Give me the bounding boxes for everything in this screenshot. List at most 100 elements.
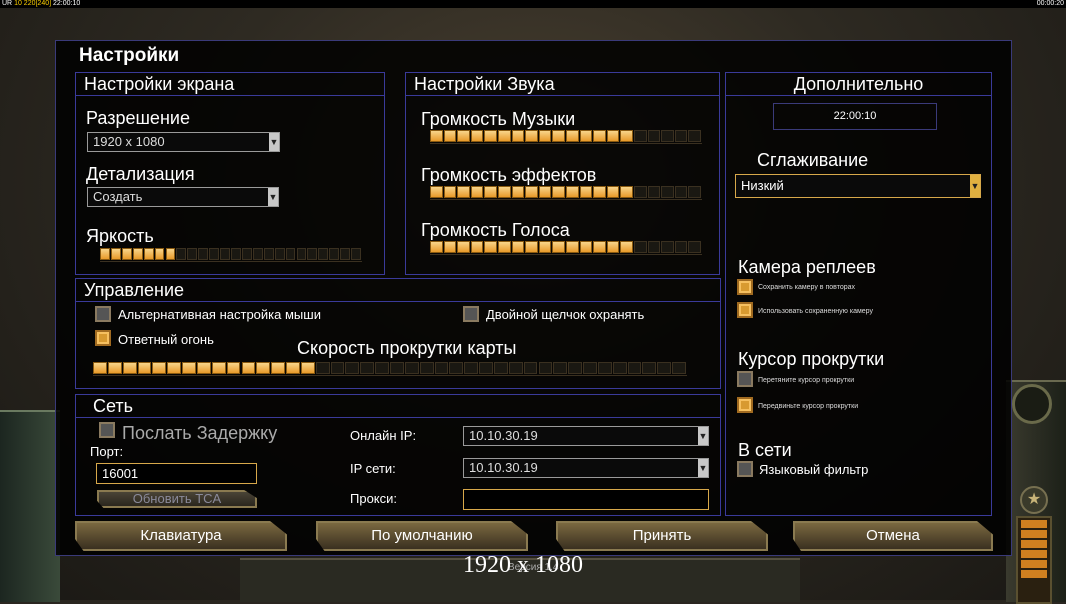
slider-segment [137, 362, 152, 374]
slider-segment [538, 241, 552, 253]
scroll-speed-slider[interactable] [93, 362, 687, 376]
slider-segment [300, 362, 315, 374]
slider-segment [470, 241, 484, 253]
slider-segment [390, 362, 404, 374]
online-ip-dropdown[interactable]: 10.10.30.19 ▼ [463, 426, 709, 446]
double-click-checkbox[interactable] [463, 306, 479, 322]
slider-segment [657, 362, 672, 374]
slider-segment [634, 130, 647, 142]
slider-segment [375, 362, 389, 374]
slider-segment [198, 248, 209, 260]
screen-settings-header: Настройки экрана [76, 73, 384, 96]
port-input[interactable]: 16001 [96, 463, 257, 484]
slider-segment [167, 362, 182, 374]
detail-dropdown[interactable]: Создать ▼ [87, 187, 279, 207]
slider-track [430, 199, 702, 200]
language-filter-label: Языковый фильтр [759, 462, 869, 477]
slider-segment [597, 362, 612, 374]
lan-ip-dropdown[interactable]: 10.10.30.19 ▼ [463, 458, 709, 478]
double-click-label: Двойной щелчок охранять [486, 307, 645, 322]
slider-segment [176, 248, 187, 260]
slider-segment [620, 186, 633, 198]
slider-segment [642, 362, 657, 374]
replay-use-camera-label: Использовать сохраненную камеру [758, 308, 873, 315]
slider-segment [493, 362, 508, 374]
defaults-button[interactable]: По умолчанию [316, 521, 528, 551]
slider-segment [93, 362, 107, 374]
sound-settings-header: Настройки Звука [406, 73, 719, 96]
slider-segment [525, 241, 538, 253]
slider-segment [419, 362, 434, 374]
antialias-dropdown[interactable]: Низкий ▼ [735, 174, 981, 198]
slider-track [430, 254, 702, 255]
slider-segment [307, 248, 318, 260]
slider-segment [274, 248, 285, 260]
scroll-move-checkbox[interactable] [737, 397, 753, 413]
proxy-input[interactable] [463, 489, 709, 510]
slider-segment [340, 248, 351, 260]
resolution-dropdown[interactable]: 1920 x 1080 ▼ [87, 132, 280, 152]
language-filter-checkbox[interactable] [737, 461, 753, 477]
hud-prefix: UR [2, 0, 13, 7]
slider-segment [674, 130, 688, 142]
slider-segment [525, 186, 538, 198]
slider-segment [661, 186, 674, 198]
slider-segment [661, 130, 674, 142]
slider-segment [568, 362, 583, 374]
voice-volume-slider[interactable] [430, 241, 702, 255]
slider-segment [647, 186, 661, 198]
slider-segment [315, 362, 330, 374]
cancel-button[interactable]: Отмена [793, 521, 993, 551]
slider-segment [661, 241, 674, 253]
retaliation-checkbox[interactable] [95, 330, 111, 346]
hud-time-right: 00:00:20 [1036, 0, 1064, 7]
slider-segment [457, 130, 470, 142]
effects-volume-slider[interactable] [430, 186, 702, 200]
antialias-value: Низкий [741, 178, 784, 193]
hud-top-bar: UR 10 220[240] 22:00:10 00:00:20 [0, 0, 1066, 8]
slider-segment [498, 186, 511, 198]
slider-segment [182, 362, 196, 374]
slider-segment [457, 241, 470, 253]
slider-segment [627, 362, 642, 374]
slider-segment [620, 241, 633, 253]
slider-segment [296, 248, 307, 260]
send-delay-label: Послать Задержку [122, 423, 278, 443]
slider-segment [330, 362, 345, 374]
slider-segment [256, 362, 271, 374]
slider-track [430, 143, 702, 144]
replay-save-camera-checkbox[interactable] [737, 279, 753, 295]
slider-segment [688, 186, 701, 198]
slider-segment [443, 186, 457, 198]
slider-segment [634, 241, 647, 253]
slider-segment [511, 241, 525, 253]
slider-segment [286, 362, 300, 374]
music-volume-slider[interactable] [430, 130, 702, 144]
slider-segment [209, 248, 220, 260]
slider-segment [241, 362, 256, 374]
slider-segment [674, 241, 688, 253]
screen-settings-panel: Настройки экрана Разрешение 1920 x 1080 … [75, 72, 385, 275]
alt-mouse-checkbox[interactable] [95, 306, 111, 322]
slider-segment [484, 186, 497, 198]
slider-segment [443, 241, 457, 253]
send-delay-checkbox[interactable] [99, 422, 115, 438]
accept-button[interactable]: Принять [556, 521, 768, 551]
slider-segment [122, 362, 137, 374]
chevron-down-icon: ▼ [268, 188, 278, 206]
settings-window: Настройки Настройки экрана Разрешение 19… [55, 40, 1012, 556]
slider-segment [187, 248, 198, 260]
brightness-slider[interactable] [100, 248, 362, 262]
control-panel: Управление Альтернативная настройка мыши… [75, 278, 721, 389]
scroll-drag-checkbox[interactable] [737, 371, 753, 387]
hud-left-panel [0, 410, 60, 602]
slider-segment [508, 362, 523, 374]
update-tca-button[interactable]: Обновить TCA [97, 490, 257, 508]
keyboard-button[interactable]: Клавиатура [75, 521, 287, 551]
online-ip-value: 10.10.30.19 [469, 428, 538, 443]
slider-segment [647, 241, 661, 253]
replay-use-camera-checkbox[interactable] [737, 302, 753, 318]
resolution-overlay-text: 1920 x 1080 [463, 552, 583, 578]
slider-track [93, 375, 687, 376]
resolution-value: 1920 x 1080 [93, 134, 165, 149]
